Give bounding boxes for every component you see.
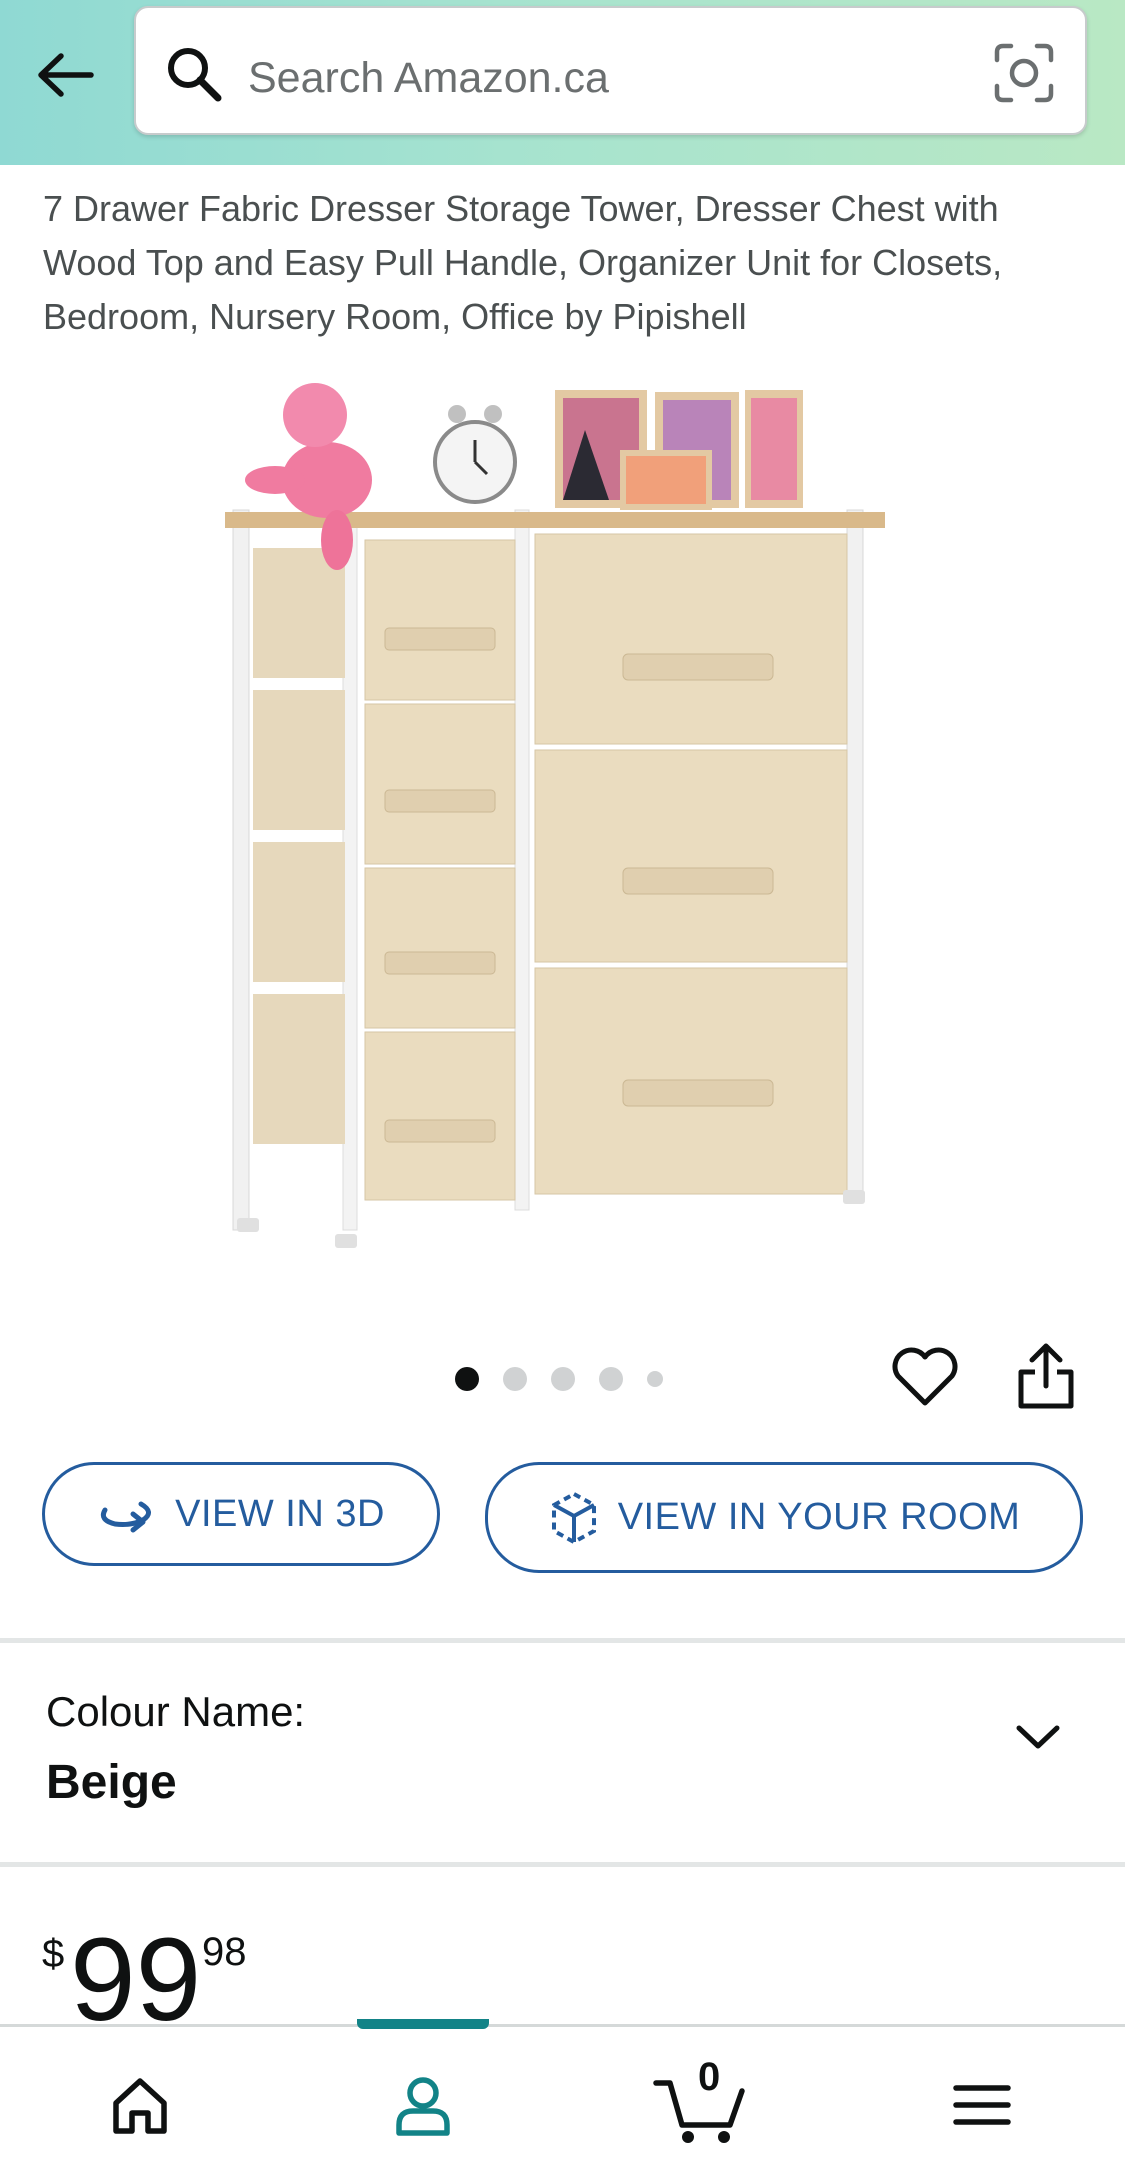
search-placeholder: Search Amazon.ca <box>248 54 609 102</box>
nav-home[interactable] <box>50 2027 230 2183</box>
rotate-3d-icon <box>100 1501 152 1533</box>
back-button[interactable] <box>30 40 100 110</box>
price-currency: $ <box>42 1932 65 1976</box>
header-bar: Search Amazon.ca <box>0 0 1125 165</box>
view-in-3d-label: VIEW IN 3D <box>175 1492 385 1535</box>
product-title[interactable]: 7 Drawer Fabric Dresser Storage Tower, D… <box>43 182 1083 344</box>
search-icon <box>168 48 222 102</box>
carousel-dot[interactable] <box>599 1367 623 1391</box>
back-arrow-icon <box>38 53 94 97</box>
camera-lens-icon[interactable] <box>993 42 1055 104</box>
cart-count-badge: 0 <box>698 2055 721 2099</box>
carousel-dot[interactable] <box>551 1367 575 1391</box>
view-in-3d-button[interactable]: VIEW IN 3D <box>42 1462 440 1566</box>
share-icon[interactable] <box>1015 1340 1077 1412</box>
carousel-dot[interactable] <box>647 1371 663 1387</box>
price-whole: 99 <box>70 1914 202 2046</box>
ar-cube-icon <box>551 1491 596 1544</box>
image-carousel-dots <box>455 1364 687 1394</box>
product-image[interactable] <box>225 370 905 1250</box>
section-divider <box>0 1862 1125 1867</box>
nav-menu[interactable] <box>892 2027 1072 2183</box>
carousel-dot[interactable] <box>455 1367 479 1391</box>
nav-cart[interactable]: 0 <box>610 2027 790 2183</box>
view-in-your-room-label: VIEW IN YOUR ROOM <box>617 1496 1021 1538</box>
menu-icon <box>953 2085 1011 2125</box>
view-in-your-room-button[interactable]: VIEW IN YOUR ROOM <box>485 1462 1083 1573</box>
heart-icon[interactable] <box>890 1345 960 1409</box>
nav-you[interactable] <box>333 2027 513 2183</box>
home-icon <box>113 2078 167 2134</box>
bottom-navigation: 0 <box>0 2019 1125 2183</box>
price-fraction: 98 <box>202 1930 247 1974</box>
carousel-dot[interactable] <box>503 1367 527 1391</box>
user-icon <box>396 2077 450 2136</box>
colour-value: Beige <box>46 1756 177 1809</box>
chevron-down-icon[interactable] <box>1015 1722 1061 1752</box>
search-input[interactable]: Search Amazon.ca <box>134 6 1087 135</box>
section-divider <box>0 1638 1125 1643</box>
colour-label: Colour Name: <box>46 1688 306 1735</box>
